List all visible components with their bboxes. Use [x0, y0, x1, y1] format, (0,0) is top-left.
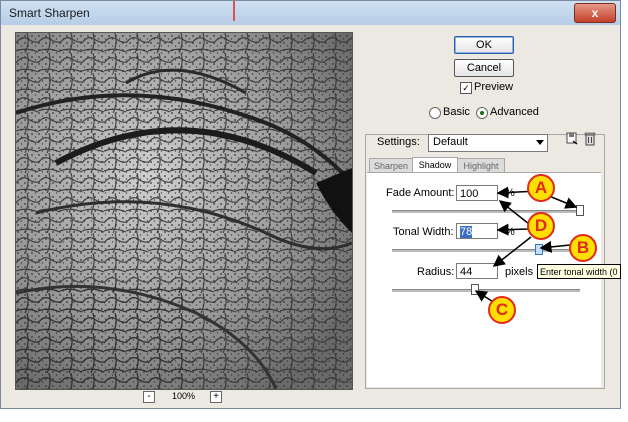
settings-dropdown[interactable]: Default [428, 134, 548, 152]
shadow-tab-panel [367, 172, 601, 387]
tonal-width-unit: % [505, 226, 515, 238]
tonal-width-label: Tonal Width: [393, 226, 454, 238]
tonal-width-input[interactable]: 78 [456, 223, 498, 239]
window-title: Smart Sharpen [9, 6, 90, 20]
settings-value: Default [433, 136, 468, 148]
fade-amount-unit: % [505, 187, 515, 199]
fade-amount-label: Fade Amount: [386, 187, 455, 199]
radius-slider[interactable] [392, 289, 580, 292]
basic-radio[interactable] [429, 107, 441, 119]
advanced-label: Advanced [490, 106, 539, 118]
tonal-width-slider[interactable] [392, 249, 580, 252]
radius-label: Radius: [417, 266, 455, 278]
tab-shadow[interactable]: Shadow [412, 157, 458, 173]
title-bar-mark [233, 1, 235, 21]
title-bar[interactable]: Smart Sharpen x [1, 1, 620, 25]
preview-checkbox[interactable]: ✓ [460, 82, 472, 94]
elephant-skin-texture [16, 33, 352, 389]
preview-label: Preview [474, 81, 514, 93]
settings-label: Settings: [375, 136, 422, 148]
tab-sharpen[interactable]: Sharpen [369, 158, 413, 173]
zoom-controls: - 100% + [1, 390, 620, 406]
advanced-radio[interactable] [476, 107, 488, 119]
tonal-width-value: 78 [460, 226, 473, 238]
radius-unit: pixels [505, 266, 534, 278]
close-button[interactable]: x [574, 3, 616, 23]
zoom-out-button[interactable]: - [143, 391, 155, 403]
callout-a: A [527, 174, 555, 202]
zoom-in-button[interactable]: + [210, 391, 222, 403]
radius-slider-handle[interactable] [470, 284, 479, 295]
basic-label: Basic [443, 106, 470, 118]
fade-amount-slider-handle[interactable] [576, 205, 584, 216]
preview-image[interactable] [15, 32, 353, 390]
fade-amount-input[interactable]: 100 [456, 185, 498, 201]
tonal-width-slider-handle[interactable] [534, 244, 543, 255]
save-preset-icon[interactable] [566, 132, 578, 145]
callout-b: B [569, 234, 597, 262]
callout-d: D [527, 212, 555, 240]
delete-preset-icon[interactable] [584, 132, 596, 146]
ok-button[interactable]: OK [454, 36, 514, 54]
chevron-down-icon [536, 140, 544, 145]
zoom-level: 100% [172, 391, 196, 401]
tab-highlight[interactable]: Highlight [457, 158, 505, 173]
radius-input[interactable]: 44 [456, 263, 498, 279]
tonal-width-tooltip: Enter tonal width (0 [537, 264, 621, 279]
smart-sharpen-dialog: Smart Sharpen x - 100% + OK Cancel ✓ Pre… [0, 0, 621, 409]
fade-amount-slider[interactable] [392, 210, 580, 213]
cancel-button[interactable]: Cancel [454, 59, 514, 77]
callout-c: C [488, 296, 516, 324]
